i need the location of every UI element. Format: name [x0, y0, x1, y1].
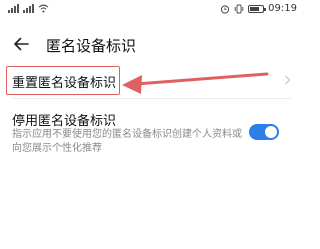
- chevron-right-icon: [285, 75, 291, 85]
- wifi-icon: [38, 4, 49, 13]
- page-title: 匿名设备标识: [46, 37, 137, 55]
- status-time: 09:19: [268, 3, 297, 14]
- status-left: [8, 4, 49, 13]
- back-arrow-icon: [14, 37, 29, 51]
- signal-icon: [8, 4, 19, 13]
- battery-icon: [248, 4, 267, 13]
- toggle-knob: [265, 126, 277, 138]
- alarm-icon: [221, 4, 230, 14]
- disable-identifier-label: 停用匿名设备标识: [12, 114, 117, 129]
- vibrate-icon: [234, 4, 244, 13]
- disable-identifier-toggle[interactable]: [249, 124, 279, 140]
- divider: [12, 98, 291, 99]
- disable-identifier-description: 指示应用不要使用您的匿名设备标识创建个人资料或向您展示个性化推荐: [12, 129, 242, 154]
- signal-icon: [23, 4, 34, 13]
- disable-identifier-row: 停用匿名设备标识 指示应用不要使用您的匿名设备标识创建个人资料或向您展示个性化推…: [0, 102, 303, 162]
- status-right: 09:19: [220, 3, 297, 14]
- app-header: 匿名设备标识: [0, 28, 303, 62]
- annotation-highlight-box: [6, 66, 120, 95]
- back-button[interactable]: [8, 31, 34, 57]
- status-bar: 09:19: [0, 0, 303, 22]
